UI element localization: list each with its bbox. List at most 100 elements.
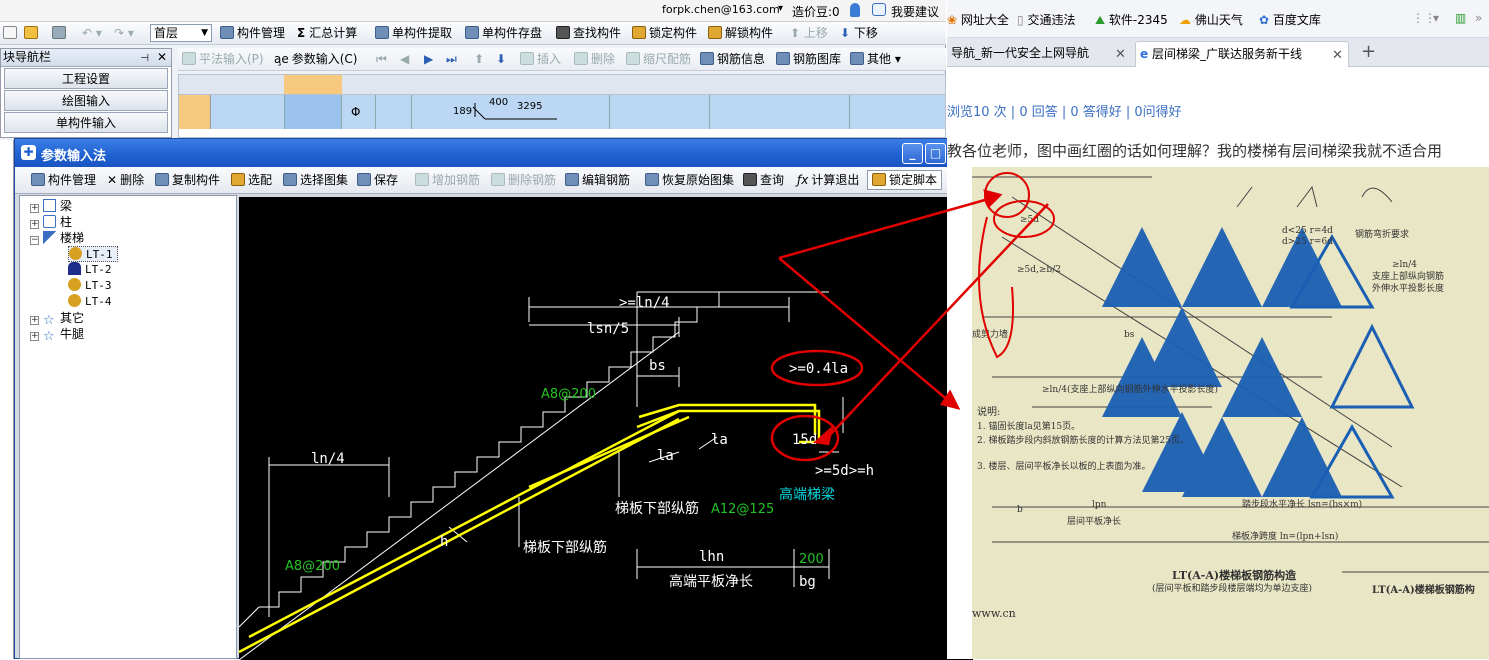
row-indicator[interactable] <box>179 95 211 129</box>
tree-node-stairs[interactable]: − 楼梯 <box>30 230 84 246</box>
account-caret-icon[interactable]: ▾ <box>778 3 783 14</box>
rebar-library-button[interactable]: 钢筋图库 <box>776 51 841 68</box>
reader-icon[interactable]: ▥ <box>1455 11 1466 25</box>
move-up-icon[interactable]: ⬆ <box>474 51 484 68</box>
pin-icon[interactable]: ⊣ <box>140 50 149 67</box>
select-atlas-button[interactable]: 选择图集 <box>283 172 348 189</box>
move-down-button[interactable]: ⬇ 下移 <box>840 25 878 42</box>
bg-value-label: 200 <box>799 552 824 567</box>
new-icon[interactable] <box>3 25 20 42</box>
scan-label: b <box>1017 505 1023 515</box>
expand-icon[interactable]: + <box>30 332 39 341</box>
other-menu-button[interactable]: 其他 ▾ <box>850 51 901 68</box>
move-up-button[interactable]: ⬆ 上移 <box>790 25 828 42</box>
nav-project-settings[interactable]: 工程设置 <box>4 68 168 89</box>
expand-icon[interactable]: + <box>30 204 39 213</box>
first-record-icon[interactable]: ⏮ <box>376 51 387 68</box>
dim-la-right: la <box>711 432 728 448</box>
delete-button[interactable]: 删除 <box>574 51 615 68</box>
floor-select[interactable]: 首层 ▼ <box>150 24 212 42</box>
tree-node-other[interactable]: + ☆ 其它 <box>30 310 84 327</box>
move-down-icon[interactable]: ⬇ <box>496 51 506 68</box>
flat-input-button[interactable]: 平法输入(P) <box>182 51 264 68</box>
bookmark-item[interactable]: ✿ 百度文库 <box>1259 11 1321 28</box>
maximize-button[interactable]: □ <box>925 143 946 164</box>
nav-single-component-input[interactable]: 单构件输入 <box>4 112 168 133</box>
redo-icon[interactable]: ↷ ▾ <box>114 25 134 42</box>
single-save-button[interactable]: 单构件存盘 <box>465 25 542 42</box>
close-tab-icon[interactable]: ✕ <box>1115 42 1126 67</box>
param-input-button[interactable]: a̧e 参数输入(C) <box>274 51 358 68</box>
more-icon[interactable]: » <box>1475 11 1482 25</box>
edit-rebar-button[interactable]: 编辑钢筋 <box>565 172 630 189</box>
dlg-delete-button[interactable]: ✕ 删除 <box>107 172 144 189</box>
rebar-info-button[interactable]: 钢筋信息 <box>700 51 765 68</box>
save-icon[interactable] <box>52 25 69 42</box>
grid-cell[interactable] <box>284 95 342 129</box>
single-extract-button[interactable]: 单构件提取 <box>375 25 452 42</box>
tree-node-lt2[interactable]: LT-2 <box>68 262 112 278</box>
expand-icon[interactable]: + <box>30 220 39 229</box>
close-tab-icon[interactable]: ✕ <box>1332 43 1343 67</box>
component-manage-button[interactable]: 构件管理 <box>220 25 285 42</box>
component-tree: + 梁 + 柱 − 楼梯 LT-1 LT-2 LT-3 LT-4 + ☆ 其它 + ☆ 牛腿 <box>19 195 237 659</box>
dialog-titlebar[interactable]: ✚ 参数输入法 _ □ ✕ <box>15 139 971 167</box>
bookmark-item[interactable]: ❀ 网址大全 <box>947 11 1009 28</box>
open-icon[interactable] <box>24 25 41 42</box>
tab-glodon-service[interactable]: e 层间梯梁_广联达服务新干线 ✕ <box>1135 41 1349 67</box>
scale-rebar-button[interactable]: 缩尺配筋 <box>626 51 691 68</box>
gear-icon <box>69 247 82 260</box>
cad-drawing-canvas[interactable]: >=ln/4 lsn/5 bs >=0.4la la la 15d >=5d>=… <box>239 197 973 660</box>
single-extract-label: 单构件提取 <box>392 26 453 40</box>
delete-rebar-button[interactable]: 删除钢筋 <box>491 172 556 189</box>
table-row[interactable]: Φ 189 400 3295 <box>179 95 945 129</box>
tab-navigation[interactable]: 导航_新一代安全上网导航 ✕ <box>947 41 1133 67</box>
unlock-component-label: 解锁构件 <box>725 26 774 40</box>
lock-icon <box>68 262 81 275</box>
select-match-button[interactable]: 选配 <box>231 172 272 189</box>
main-toolbar: ↶ ▾ ↷ ▾ 首层 ▼ 构件管理 Σ 汇总计算 单构件提取 单构件存盘 查找构件… <box>0 22 946 45</box>
find-component-button[interactable]: 查找构件 <box>556 25 621 42</box>
bookmark-item[interactable]: ▯ 交通违法 <box>1017 11 1075 28</box>
bookmark-item[interactable]: ⛰ 软件-2345 <box>1095 11 1168 28</box>
unlock-component-button[interactable]: 解锁构件 <box>708 25 773 42</box>
bookmark-item[interactable]: ☁ 佛山天气 <box>1179 11 1243 28</box>
next-record-icon[interactable]: ▶ <box>424 51 433 68</box>
new-tab-button[interactable]: + <box>1361 41 1376 62</box>
tree-node-column[interactable]: + 柱 <box>30 214 72 230</box>
copy-component-button[interactable]: 复制构件 <box>155 172 220 189</box>
restore-atlas-button[interactable]: 恢复原始图集 <box>645 172 734 189</box>
tree-node-lt1[interactable]: LT-1 <box>68 246 118 262</box>
add-rebar-label: 增加钢筋 <box>432 173 481 187</box>
dlg-component-manage-button[interactable]: 构件管理 <box>31 172 96 189</box>
tree-node-beam[interactable]: + 梁 <box>30 198 72 214</box>
insert-button[interactable]: 插入 <box>520 51 561 68</box>
lock-component-button[interactable]: 锁定构件 <box>632 25 697 42</box>
column-icon <box>43 215 56 228</box>
tree-node-corbel[interactable]: + ☆ 牛腿 <box>30 326 84 344</box>
chevron-down-icon[interactable]: ▾ <box>1433 11 1439 25</box>
close-icon[interactable]: ✕ <box>157 49 167 66</box>
expand-icon[interactable]: + <box>30 316 39 325</box>
last-record-icon[interactable]: ⏭ <box>446 51 457 68</box>
nav-drawing-input[interactable]: 绘图输入 <box>4 90 168 111</box>
grid-divider <box>709 95 710 129</box>
insert-label: 插入 <box>537 52 562 66</box>
bell-icon[interactable] <box>850 3 860 17</box>
lock-script-button[interactable]: 锁定脚本 <box>867 170 943 190</box>
undo-icon[interactable]: ↶ ▾ <box>82 25 102 42</box>
minimize-button[interactable]: _ <box>902 143 923 164</box>
query-button[interactable]: 查询 <box>743 172 784 189</box>
tree-node-lt3[interactable]: LT-3 <box>68 278 112 294</box>
star-icon: ☆ <box>43 329 55 344</box>
prev-record-icon[interactable]: ◀ <box>400 51 409 68</box>
calc-exit-button[interactable]: ƒx 计算退出 <box>797 172 859 189</box>
dlg-save-button[interactable]: 保存 <box>357 172 398 189</box>
tree-node-lt4[interactable]: LT-4 <box>68 294 112 310</box>
suggest-button[interactable]: 我要建议 <box>891 3 939 20</box>
add-rebar-button[interactable]: 增加钢筋 <box>415 172 480 189</box>
account-label[interactable]: forpk.chen@163.com <box>662 3 780 16</box>
summary-calc-button[interactable]: Σ 汇总计算 <box>297 25 357 42</box>
collapse-icon[interactable]: − <box>30 236 39 245</box>
chat-icon[interactable] <box>872 3 886 16</box>
